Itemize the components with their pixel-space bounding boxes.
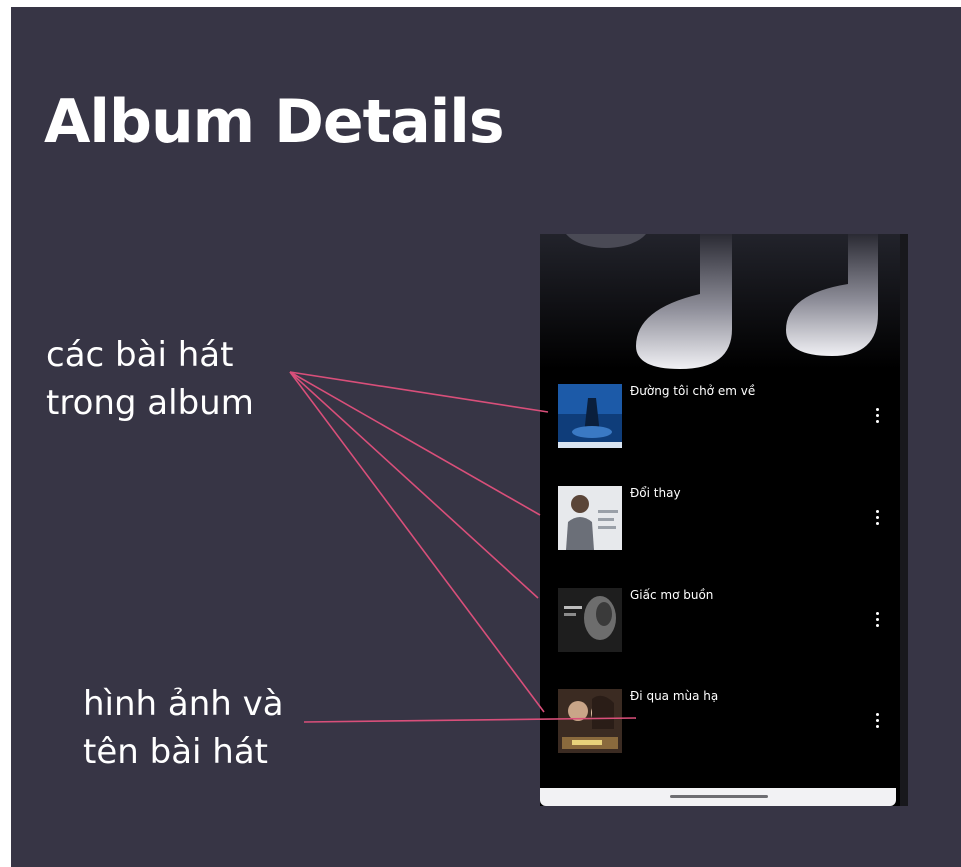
song-thumbnail [558, 588, 622, 652]
song-row[interactable]: Đường tôi chở em về [558, 384, 888, 450]
annotation-songs-line-1: các bài hát [46, 335, 234, 375]
song-row[interactable]: Đi qua mùa hạ [558, 689, 888, 755]
album-header [540, 234, 900, 369]
more-vertical-icon[interactable] [870, 508, 884, 528]
song-thumbnail [558, 486, 622, 550]
annotation-image-line-2: tên bài hát [83, 732, 268, 772]
song-row[interactable]: Đổi thay [558, 486, 888, 552]
more-vertical-icon[interactable] [870, 406, 884, 426]
annotation-songs-in-album: các bài hát trong album [46, 331, 254, 427]
more-vertical-icon[interactable] [870, 711, 884, 731]
phone-edge [900, 234, 908, 806]
annotation-songs-line-2: trong album [46, 383, 254, 423]
home-indicator[interactable] [670, 795, 768, 798]
song-thumbnail [558, 689, 622, 753]
phone-screenshot: Đường tôi chở em về Đổi thay Giấc mơ buồ… [540, 234, 908, 806]
slide: Album Details các bài hát trong album hì… [11, 7, 961, 867]
song-title: Đi qua mùa hạ [630, 689, 719, 703]
song-thumbnail [558, 384, 622, 448]
song-row[interactable]: Giấc mơ buồn [558, 588, 888, 654]
song-title: Giấc mơ buồn [630, 588, 714, 602]
slide-title: Album Details [44, 87, 505, 157]
annotation-image-and-title: hình ảnh và tên bài hát [83, 680, 284, 776]
navigation-bar [540, 788, 896, 806]
song-title: Đường tôi chở em về [630, 384, 756, 398]
song-title: Đổi thay [630, 486, 681, 500]
annotation-image-line-1: hình ảnh và [83, 684, 284, 724]
more-vertical-icon[interactable] [870, 610, 884, 630]
